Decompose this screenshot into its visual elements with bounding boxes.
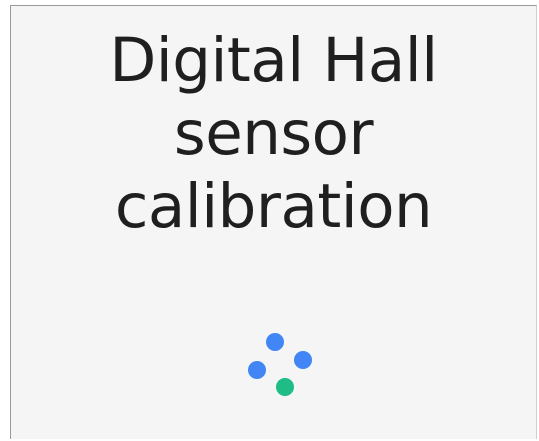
- loading-dot: [248, 361, 266, 379]
- loading-dot: [266, 333, 284, 351]
- loading-dots-icon: [241, 331, 312, 401]
- title-line-2: sensor: [173, 98, 374, 169]
- title-line-1: Digital Hall: [109, 25, 438, 96]
- title-line-3: calibration: [114, 171, 433, 242]
- page-title: Digital Hall sensor calibration: [11, 24, 536, 243]
- loading-dot: [294, 351, 312, 369]
- calibration-screen: Digital Hall sensor calibration: [10, 5, 537, 439]
- loading-dot: [276, 378, 294, 396]
